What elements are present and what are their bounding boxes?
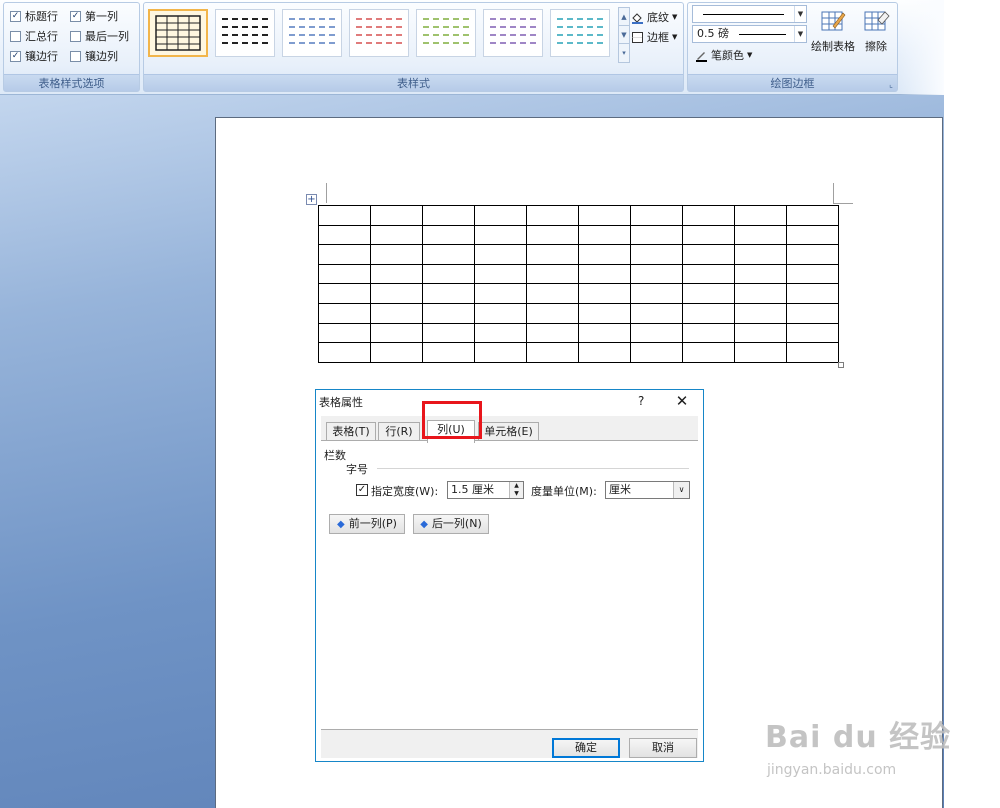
dropdown-arrow-icon[interactable]: ▼ [794, 6, 806, 22]
table-style-options-group: ✓ 标题行 ✓ 第一列 汇总行 最后一列 ✓ 镶边行 镶边列 表格样式选项 [3, 2, 140, 92]
tab-row[interactable]: 行(R) [378, 422, 420, 441]
paint-bucket-icon [632, 12, 643, 24]
option-total-row[interactable]: 汇总行 [10, 28, 58, 44]
column-tab-pane: 栏数 字号 ✓ 指定宽度(W): 1.5 厘米 ▲ ▼ 度量单位(M): 厘米 ∨… [321, 440, 698, 730]
dropdown-arrow-icon: ▼ [672, 33, 678, 41]
spinner-arrows-icon[interactable]: ▲ ▼ [509, 482, 523, 498]
line-style-select[interactable]: ▼ [692, 5, 807, 23]
table-style-thumb[interactable] [215, 9, 275, 57]
group-label: 表格样式选项 [4, 74, 139, 91]
dialog-body: 表格(T) 行(R) 列(U) 单元格(E) 栏数 字号 ✓ 指定宽度(W): … [321, 416, 698, 758]
ribbon: ✓ 标题行 ✓ 第一列 汇总行 最后一列 ✓ 镶边行 镶边列 表格样式选项 ▲ … [0, 0, 944, 95]
highlight-box [422, 401, 482, 439]
document-table[interactable] [318, 205, 839, 363]
scroll-up-icon[interactable]: ▲ [619, 8, 629, 26]
checkbox[interactable] [70, 30, 81, 42]
borders-button[interactable]: 边框 ▼ [631, 29, 677, 45]
group-label: 表样式 [144, 74, 683, 91]
draw-table-button[interactable]: 绘制表格 [809, 8, 857, 54]
watermark-url: jingyan.baidu.com [767, 762, 897, 778]
eraser-button[interactable]: 擦除 [860, 8, 892, 54]
draw-table-icon [821, 11, 846, 31]
dialog-title: 表格属性 [319, 396, 363, 409]
arrow-right-icon: ◆ [420, 519, 428, 530]
tab-table[interactable]: 表格(T) [326, 422, 376, 441]
table-style-thumb[interactable] [349, 9, 409, 57]
gallery-more-icon[interactable]: ▾ [619, 44, 629, 62]
pen-color-button[interactable]: 笔颜色 ▼ [695, 47, 752, 63]
tab-cell[interactable]: 单元格(E) [478, 422, 539, 441]
margin-mark [833, 183, 834, 203]
pen-icon [696, 51, 707, 62]
width-checkbox[interactable]: ✓ [356, 484, 368, 496]
unit-label: 度量单位(M): [531, 485, 597, 498]
width-spinner[interactable]: 1.5 厘米 ▲ ▼ [447, 481, 524, 499]
option-banded-rows[interactable]: ✓ 镶边行 [10, 48, 58, 64]
watermark-brand: Bai du 经验 [765, 720, 952, 755]
table-style-thumb[interactable] [282, 9, 342, 57]
unit-select[interactable]: 厘米 ∨ [605, 481, 690, 499]
line-weight-select[interactable]: 0.5 磅 ▼ [692, 25, 807, 43]
help-button[interactable]: ? [638, 394, 644, 408]
shading-button[interactable]: 底纹 ▼ [631, 9, 677, 25]
gallery-scrollbar[interactable]: ▲ ▼ ▾ [618, 7, 630, 63]
watermark: Bai du 经验 jingyan.baidu.com [765, 712, 951, 778]
checkbox[interactable] [70, 50, 81, 62]
eraser-icon [864, 11, 890, 31]
section-label: 栏数 [324, 449, 346, 462]
margin-mark [326, 183, 327, 203]
table-style-thumb[interactable] [416, 9, 476, 57]
table-style-thumb[interactable] [550, 9, 610, 57]
table-move-handle-icon[interactable]: + [306, 194, 317, 205]
table-properties-dialog: 表格属性 ? ✕ 表格(T) 行(R) 列(U) 单元格(E) 栏数 字号 ✓ … [315, 389, 704, 762]
cancel-button[interactable]: 取消 [629, 738, 697, 758]
table-styles-group: ▲ ▼ ▾ 底纹 ▼ 边框 ▼ 表样式 [143, 2, 684, 92]
grid-style-icon [155, 15, 201, 51]
next-column-button[interactable]: ◆ 后一列(N) [413, 514, 489, 534]
checkbox[interactable] [10, 30, 21, 42]
dropdown-arrow-icon[interactable]: ▼ [794, 26, 806, 42]
checkbox[interactable]: ✓ [70, 10, 81, 22]
ribbon-fade [900, 0, 944, 95]
scroll-down-icon[interactable]: ▼ [619, 26, 629, 44]
draw-borders-group: ▼ 0.5 磅 ▼ 笔颜色 ▼ 绘制表格 擦除 绘图边框 ⌞ [687, 2, 898, 92]
group-label: 绘图边框 [688, 74, 897, 91]
option-banded-columns[interactable]: 镶边列 [70, 48, 118, 64]
previous-column-button[interactable]: ◆ 前一列(P) [329, 514, 405, 534]
size-label: 字号 [346, 463, 368, 476]
checkbox[interactable]: ✓ [10, 50, 21, 62]
border-icon [632, 31, 643, 43]
option-first-column[interactable]: ✓ 第一列 [70, 8, 118, 24]
option-header-row[interactable]: ✓ 标题行 [10, 8, 58, 24]
right-blank-area [944, 0, 1000, 808]
dropdown-arrow-icon: ▼ [672, 13, 678, 21]
checkbox[interactable]: ✓ [10, 10, 21, 22]
dropdown-arrow-icon: ▼ [747, 51, 753, 59]
option-last-column[interactable]: 最后一列 [70, 28, 129, 44]
dialog-launcher-icon[interactable]: ⌞ [889, 80, 893, 89]
close-icon[interactable]: ✕ [672, 391, 692, 411]
section-divider [377, 468, 689, 469]
chevron-down-icon[interactable]: ∨ [673, 482, 689, 498]
line-weight-preview [739, 34, 786, 35]
table-style-thumb[interactable] [483, 9, 543, 57]
ok-button[interactable]: 确定 [552, 738, 620, 758]
table-resize-handle[interactable] [838, 362, 844, 368]
table-style-gallery [148, 7, 616, 63]
margin-mark [833, 203, 853, 204]
width-label: 指定宽度(W): [371, 485, 439, 498]
table-style-thumb[interactable] [148, 9, 208, 57]
arrow-left-icon: ◆ [337, 519, 345, 530]
line-style-preview [703, 14, 784, 15]
